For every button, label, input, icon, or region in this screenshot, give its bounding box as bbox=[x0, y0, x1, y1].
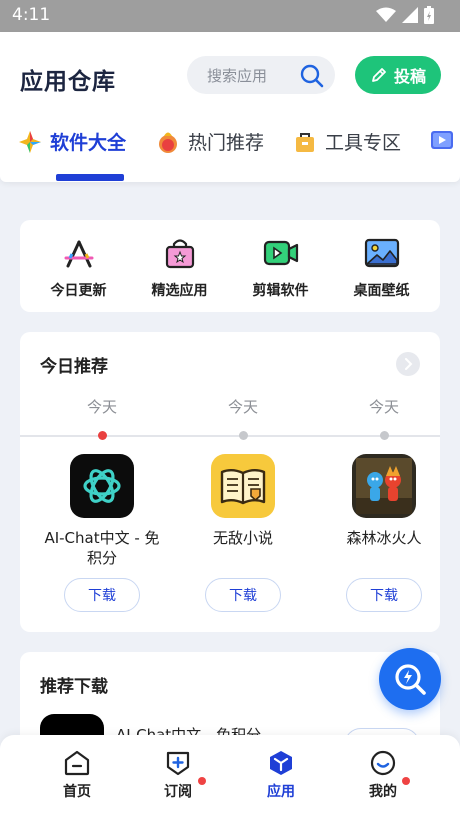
timeline-dot bbox=[238, 431, 248, 440]
tab-software-all[interactable]: 软件大全 bbox=[18, 128, 126, 155]
category-tabs: 软件大全 热门推荐 工具专区 bbox=[0, 128, 460, 168]
shopping-bag-icon bbox=[165, 239, 194, 269]
timeline-dot-active bbox=[97, 431, 107, 440]
submit-button[interactable]: 投稿 bbox=[355, 56, 441, 94]
app-header: 应用仓库 搜索应用 投稿 软件大全 热门推荐 工具专区 bbox=[0, 32, 460, 182]
wifi-icon bbox=[376, 7, 396, 22]
nav-subscribe[interactable]: 订阅 bbox=[138, 749, 218, 801]
day-label: 今天 bbox=[227, 398, 258, 416]
tab-label: 热门推荐 bbox=[188, 132, 265, 154]
quick-link-featured[interactable]: 精选应用 bbox=[132, 234, 227, 312]
quick-link-label: 今日更新 bbox=[50, 283, 107, 299]
quick-link-label: 精选应用 bbox=[151, 283, 208, 299]
status-time: 4:11 bbox=[12, 5, 51, 25]
page-title: 应用仓库 bbox=[20, 69, 116, 95]
search-input[interactable]: 搜索应用 bbox=[187, 56, 335, 94]
section-title: 推荐下载 bbox=[40, 677, 108, 697]
home-icon bbox=[64, 750, 90, 776]
notification-badge bbox=[198, 777, 206, 785]
video-camera-icon bbox=[263, 240, 298, 266]
app-name: 无敌小说 bbox=[212, 529, 273, 547]
subscribe-shield-icon bbox=[166, 751, 190, 776]
quick-link-video-edit[interactable]: 剪辑软件 bbox=[233, 234, 328, 312]
day-label: 今天 bbox=[368, 398, 399, 416]
search-placeholder: 搜索应用 bbox=[207, 67, 268, 85]
download-button[interactable]: 下载 bbox=[205, 578, 281, 612]
nav-home[interactable]: 首页 bbox=[37, 749, 117, 801]
day-label: 今天 bbox=[86, 398, 117, 416]
recommend-item[interactable]: 今天 森林冰火人 下载 bbox=[314, 396, 440, 612]
quick-link-label: 剪辑软件 bbox=[252, 283, 309, 299]
timeline-dot bbox=[379, 431, 389, 440]
image-icon bbox=[364, 238, 399, 268]
signal-icon bbox=[402, 7, 418, 23]
cube-icon bbox=[270, 751, 292, 775]
active-tab-indicator bbox=[56, 174, 124, 181]
status-bar: 4:11 bbox=[0, 0, 460, 32]
appstore-icon bbox=[64, 240, 93, 268]
quick-link-label: 桌面壁纸 bbox=[353, 283, 410, 299]
system-icons bbox=[376, 6, 434, 24]
bottom-nav: 首页 订阅 应用 我的 bbox=[0, 735, 460, 818]
section-title: 今日推荐 bbox=[40, 357, 108, 377]
tab-video[interactable] bbox=[430, 128, 454, 152]
fire-icon bbox=[159, 132, 177, 153]
fireboy-watergirl-app-icon[interactable] bbox=[352, 454, 416, 518]
recommend-item[interactable]: 今天 AI-Chat中文 - 免积分 下载 bbox=[32, 396, 172, 612]
search-flash-icon bbox=[395, 664, 426, 695]
tab-label: 软件大全 bbox=[50, 132, 127, 154]
quick-search-fab[interactable] bbox=[379, 648, 441, 710]
tab-hot-recommend[interactable]: 热门推荐 bbox=[156, 128, 264, 155]
quick-links-card: 今日更新 精选应用 剪辑软件 桌面壁纸 bbox=[20, 220, 440, 312]
profile-face-icon bbox=[370, 750, 396, 776]
quick-link-wallpaper[interactable]: 桌面壁纸 bbox=[334, 234, 429, 312]
recommend-item[interactable]: 今天 无敌小说 下载 bbox=[173, 396, 313, 612]
toolbox-icon bbox=[296, 132, 314, 152]
notification-badge bbox=[402, 777, 410, 785]
nav-label: 我的 bbox=[369, 784, 397, 800]
chevron-right-icon[interactable] bbox=[396, 352, 420, 376]
submit-label: 投稿 bbox=[393, 67, 426, 86]
nav-label: 首页 bbox=[63, 784, 91, 800]
nav-label: 订阅 bbox=[164, 784, 192, 800]
tab-label: 工具专区 bbox=[325, 132, 402, 154]
colorful-star-icon bbox=[19, 130, 41, 153]
quick-link-today-update[interactable]: 今日更新 bbox=[31, 234, 126, 312]
novel-app-icon[interactable] bbox=[211, 454, 275, 518]
battery-icon bbox=[424, 6, 434, 24]
nav-apps[interactable]: 应用 bbox=[241, 749, 321, 801]
search-icon[interactable] bbox=[299, 63, 325, 89]
tab-tools[interactable]: 工具专区 bbox=[293, 128, 401, 155]
pen-icon bbox=[372, 68, 386, 82]
today-recommend-card: 今日推荐 今天 AI-Chat中文 - 免积分 下载 今天 无敌小说 下载 今天… bbox=[20, 332, 440, 632]
app-name: AI-Chat中文 - 免积分 bbox=[44, 529, 160, 567]
app-name: 森林冰火人 bbox=[346, 529, 422, 547]
nav-label: 应用 bbox=[267, 784, 295, 800]
download-button[interactable]: 下载 bbox=[64, 578, 140, 612]
video-play-icon bbox=[431, 131, 453, 149]
download-button[interactable]: 下载 bbox=[346, 578, 422, 612]
nav-profile[interactable]: 我的 bbox=[343, 749, 423, 801]
ai-chat-app-icon[interactable] bbox=[70, 454, 134, 518]
